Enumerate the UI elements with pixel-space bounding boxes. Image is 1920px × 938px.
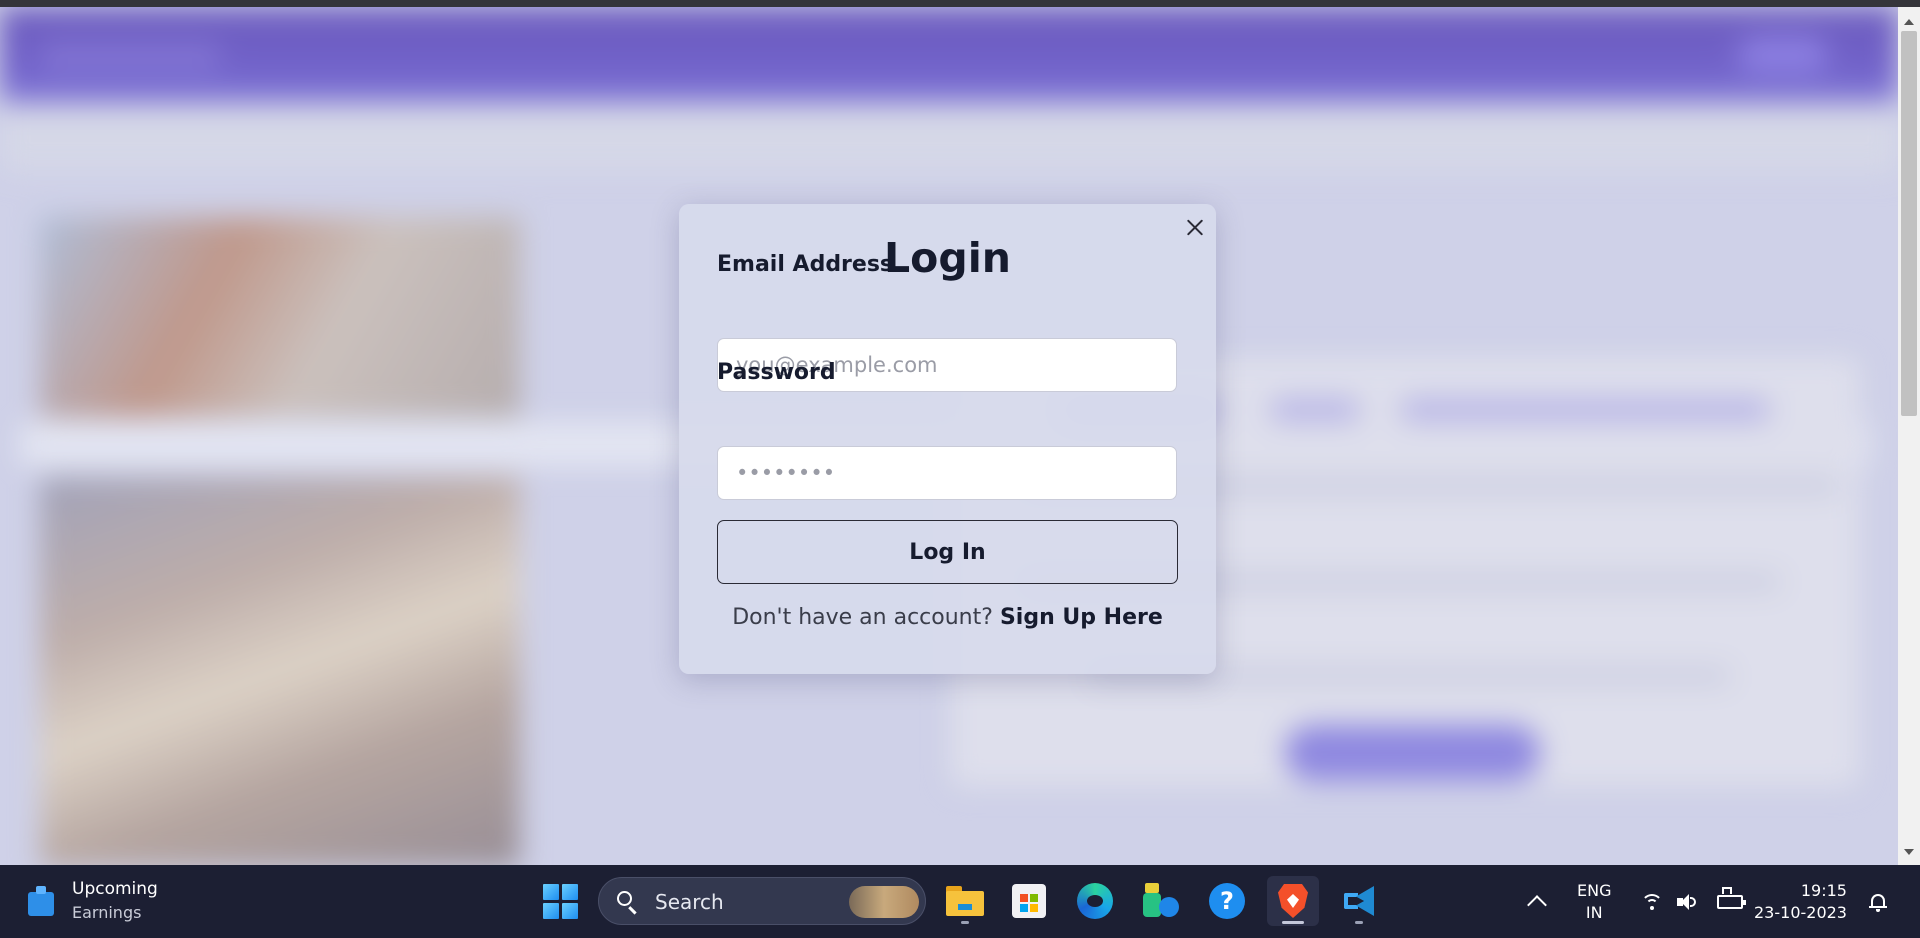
scroll-down-arrow-icon[interactable] xyxy=(1904,849,1914,855)
scroll-up-arrow-icon[interactable] xyxy=(1904,19,1914,25)
clock[interactable]: 19:15 23-10-2023 xyxy=(1754,865,1847,938)
brave-icon[interactable] xyxy=(1267,876,1319,926)
wifi-icon xyxy=(1641,893,1663,910)
window-top-strip xyxy=(0,0,1920,7)
signup-prompt-row: Don't have an account? Sign Up Here xyxy=(679,605,1216,630)
chevron-up-icon[interactable] xyxy=(1527,894,1547,915)
volume-icon xyxy=(1677,893,1697,911)
app-icon[interactable] xyxy=(1135,876,1187,926)
language-indicator[interactable]: ENG IN xyxy=(1577,865,1611,938)
stock-chart-icon xyxy=(24,884,58,918)
scroll-thumb[interactable] xyxy=(1901,31,1917,416)
search-highlight-image xyxy=(849,886,919,918)
lang-line-1: ENG xyxy=(1577,880,1612,900)
lang-line-2: IN xyxy=(1585,902,1603,922)
quick-settings[interactable] xyxy=(1641,865,1746,938)
store-icon[interactable] xyxy=(1003,876,1055,926)
bell-icon xyxy=(1869,893,1887,912)
clock-date: 23-10-2023 xyxy=(1754,902,1847,922)
help-icon[interactable]: ? xyxy=(1201,876,1253,926)
taskbar-search[interactable]: Search xyxy=(598,877,926,925)
search-icon xyxy=(617,891,632,906)
edge-icon[interactable] xyxy=(1069,876,1121,926)
tray-overflow[interactable] xyxy=(1527,865,1547,938)
running-indicator xyxy=(1355,921,1363,924)
signup-prompt: Don't have an account? xyxy=(732,605,993,630)
password-field[interactable] xyxy=(717,446,1177,500)
email-label: Email Address xyxy=(717,252,894,277)
search-placeholder: Search xyxy=(655,890,724,914)
password-label: Password xyxy=(717,360,836,385)
notifications[interactable] xyxy=(1869,865,1887,938)
folder-icon[interactable] xyxy=(939,876,991,926)
widget-line-1: Upcoming xyxy=(72,879,158,899)
page-scrollbar[interactable] xyxy=(1898,7,1920,865)
running-indicator xyxy=(961,921,969,924)
windows-start-icon[interactable] xyxy=(534,876,586,926)
help-glyph: ? xyxy=(1209,883,1245,919)
signup-link[interactable]: Sign Up Here xyxy=(1000,605,1163,630)
vscode-icon[interactable] xyxy=(1333,876,1385,926)
login-modal: Login Email Address Password Log In Don'… xyxy=(679,204,1216,674)
clock-time: 19:15 xyxy=(1800,880,1847,900)
login-button[interactable]: Log In xyxy=(717,520,1178,584)
widget-text: Upcoming Earnings xyxy=(72,878,158,924)
battery-charging-icon xyxy=(1717,886,1746,909)
widget-line-2: Earnings xyxy=(72,903,142,922)
taskbar: Upcoming Earnings Search ? ENG IN 19:15 … xyxy=(0,865,1920,938)
weather-widget[interactable]: Upcoming Earnings xyxy=(24,877,158,925)
active-indicator xyxy=(1282,921,1304,924)
